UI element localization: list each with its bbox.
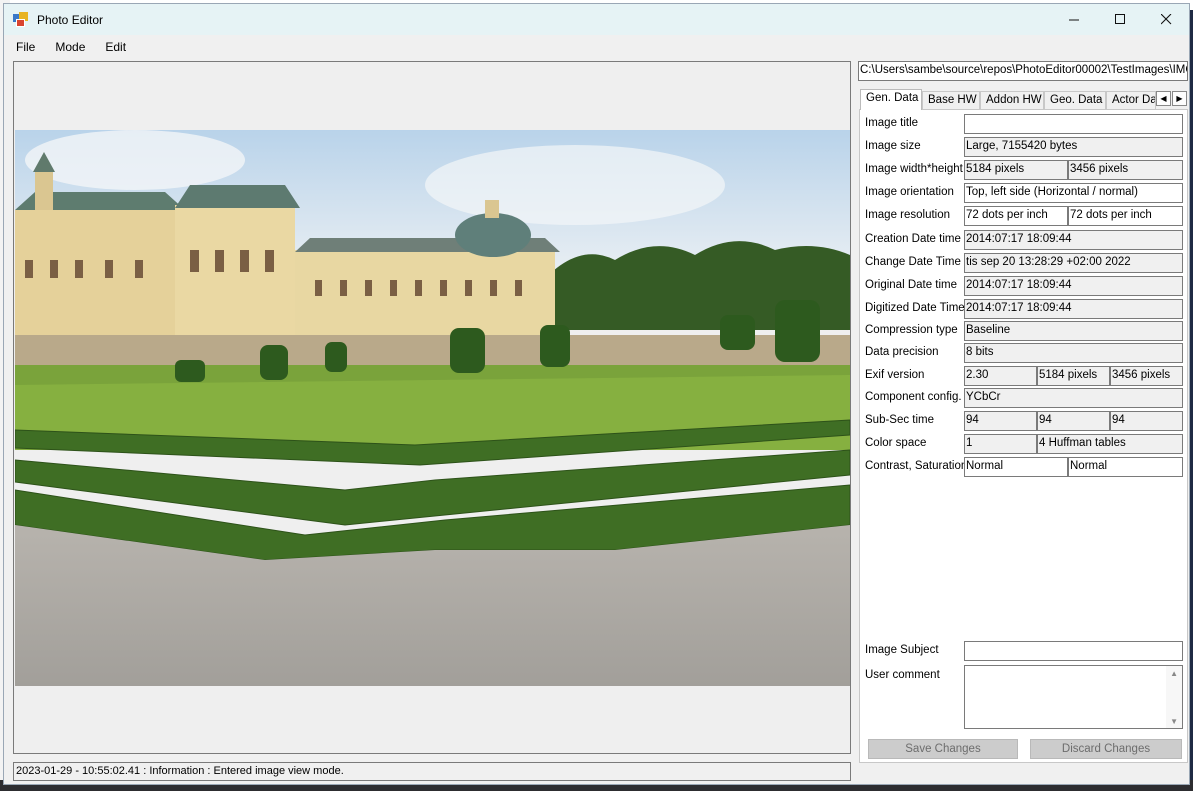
- data-precision-value: 8 bits: [964, 343, 1183, 363]
- scroll-down-icon[interactable]: ▼: [1170, 717, 1178, 726]
- change-date-value: tis sep 20 13:28:29 +02:00 2022: [964, 253, 1183, 273]
- app-icon: [13, 11, 29, 28]
- file-path-field[interactable]: C:\Users\sambe\source\repos\PhotoEditor0…: [858, 61, 1188, 81]
- user-comment-textarea[interactable]: ▲ ▼: [964, 665, 1183, 729]
- field-label: Original Date time: [865, 279, 958, 291]
- close-icon: [1160, 14, 1171, 25]
- contrast-value[interactable]: Normal: [964, 457, 1068, 477]
- save-changes-button[interactable]: Save Changes: [868, 739, 1018, 759]
- tab-geo-data[interactable]: Geo. Data: [1044, 91, 1106, 109]
- field-label: Exif version: [865, 369, 925, 381]
- original-date-value: 2014:07:17 18:09:44: [964, 276, 1183, 296]
- field-label: User comment: [865, 669, 940, 681]
- saturation-value[interactable]: Normal: [1068, 457, 1183, 477]
- tab-actor-data[interactable]: Actor Dat: [1106, 91, 1156, 109]
- minimize-button[interactable]: [1051, 4, 1097, 35]
- field-label: Compression type: [865, 324, 958, 336]
- subsec-time-digitized-value: 94: [1110, 411, 1183, 431]
- field-label: Component config.: [865, 391, 962, 403]
- exif-width-value: 5184 pixels: [1037, 366, 1110, 386]
- discard-changes-button[interactable]: Discard Changes: [1030, 739, 1182, 759]
- field-label: Sub-Sec time: [865, 414, 935, 426]
- photo-editor-window: Photo Editor File Mode Edit 2023-01-29 -…: [3, 3, 1190, 785]
- image-height-value: 3456 pixels: [1068, 160, 1183, 180]
- field-label: Contrast, Saturation: [865, 460, 968, 472]
- menu-mode[interactable]: Mode: [47, 40, 93, 54]
- minimize-icon: [1068, 19, 1079, 21]
- close-button[interactable]: [1143, 4, 1189, 35]
- photo-image: [15, 130, 850, 686]
- field-label: Data precision: [865, 346, 939, 358]
- resolution-x-value[interactable]: 72 dots per inch: [964, 206, 1068, 226]
- menu-file[interactable]: File: [8, 40, 43, 54]
- scroll-up-icon[interactable]: ▲: [1170, 669, 1178, 678]
- image-orientation-value[interactable]: Top, left side (Horizontal / normal): [964, 183, 1183, 203]
- field-label: Image Subject: [865, 644, 939, 656]
- color-space-value: 1: [964, 434, 1037, 454]
- exif-height-value: 3456 pixels: [1110, 366, 1183, 386]
- image-view-panel[interactable]: [13, 61, 851, 754]
- field-label: Digitized Date Time: [865, 302, 965, 314]
- menu-bar: File Mode Edit: [4, 36, 1189, 58]
- image-subject-input[interactable]: [964, 641, 1183, 661]
- image-title-input[interactable]: [964, 114, 1183, 134]
- tab-addon-hw[interactable]: Addon HW: [980, 91, 1044, 109]
- tab-gen-data[interactable]: Gen. Data: [860, 89, 922, 110]
- subsec-time-value: 94: [964, 411, 1037, 431]
- field-label: Image title: [865, 117, 919, 129]
- creation-date-value: 2014:07:17 18:09:44: [964, 230, 1183, 250]
- field-label: Image orientation: [865, 186, 954, 198]
- gen-data-panel: Image title Image size Large, 7155420 by…: [859, 109, 1188, 763]
- image-size-value: Large, 7155420 bytes: [964, 137, 1183, 157]
- subsec-time-original-value: 94: [1037, 411, 1110, 431]
- tab-scroll-right-icon[interactable]: ▶: [1172, 91, 1187, 106]
- tab-scroll-left-icon[interactable]: ◀: [1156, 91, 1171, 106]
- compression-type-value: Baseline: [964, 321, 1183, 341]
- field-label: Image resolution: [865, 209, 951, 221]
- field-label: Image size: [865, 140, 921, 152]
- comment-scrollbar[interactable]: ▲ ▼: [1166, 666, 1182, 728]
- exif-version-value: 2.30: [964, 366, 1037, 386]
- menu-edit[interactable]: Edit: [97, 40, 134, 54]
- field-label: Color space: [865, 437, 927, 449]
- maximize-icon: [1114, 14, 1125, 24]
- field-label: Image width*height: [865, 163, 963, 175]
- photo-palace-garden: [15, 130, 850, 686]
- field-label: Change Date Time: [865, 256, 961, 268]
- huffman-tables-value: 4 Huffman tables: [1037, 434, 1183, 454]
- component-config-value: YCbCr: [964, 388, 1183, 408]
- field-label: Creation Date time: [865, 233, 961, 245]
- digitized-date-value: 2014:07:17 18:09:44: [964, 299, 1183, 319]
- status-bar: 2023-01-29 - 10:55:02.41 : Information :…: [13, 762, 851, 781]
- window-title: Photo Editor: [37, 12, 104, 27]
- resolution-y-value[interactable]: 72 dots per inch: [1068, 206, 1183, 226]
- title-bar[interactable]: Photo Editor: [4, 4, 1189, 35]
- image-width-value: 5184 pixels: [964, 160, 1068, 180]
- metadata-tabs: Gen. Data Base HW Addon HW Geo. Data Act…: [860, 89, 1188, 110]
- maximize-button[interactable]: [1097, 4, 1143, 35]
- tab-base-hw[interactable]: Base HW: [922, 91, 980, 109]
